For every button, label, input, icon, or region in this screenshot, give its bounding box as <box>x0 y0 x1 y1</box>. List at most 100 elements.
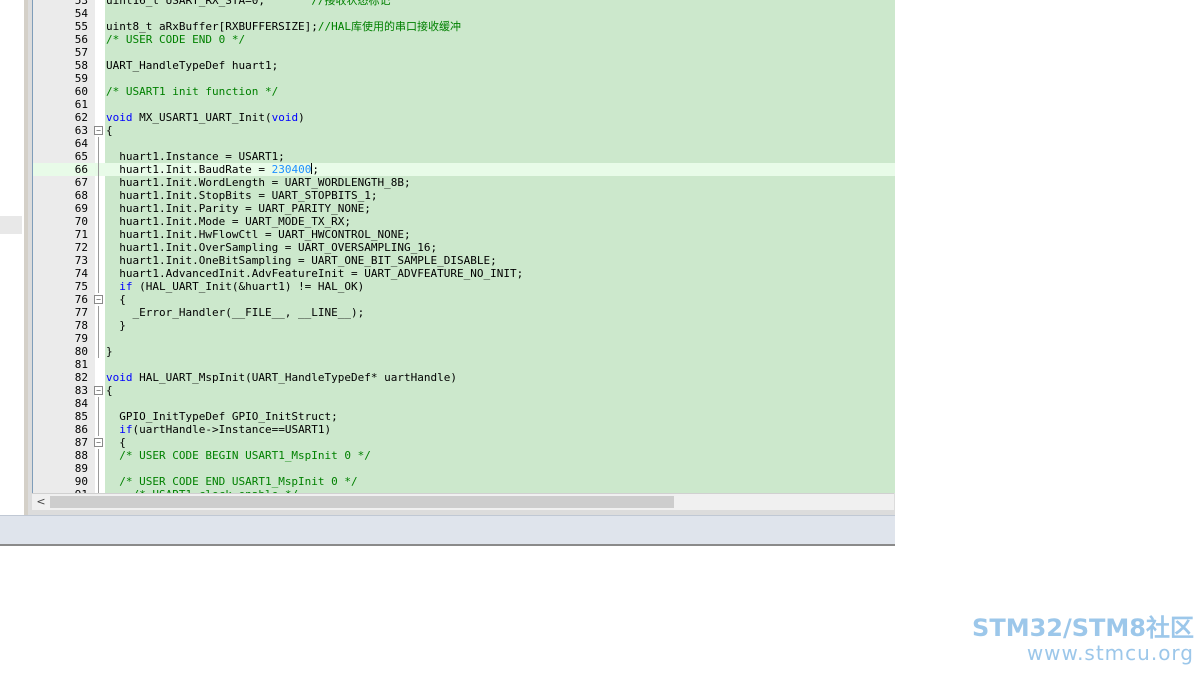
code-line[interactable]: 85 GPIO_InitTypeDef GPIO_InitStruct; <box>33 410 895 423</box>
code-token: (uartHandle->Instance==USART1) <box>132 423 332 436</box>
line-number: 72 <box>74 241 88 254</box>
fold-guide <box>98 306 99 319</box>
fold-guide <box>98 319 99 332</box>
fold-toggle-icon[interactable]: − <box>94 438 103 447</box>
code-line[interactable]: 60 /* USART1 init function */ <box>33 85 895 98</box>
code-token: HAL_UART_MspInit(UART_HandleTypeDef* uar… <box>132 371 458 384</box>
code-text: uint16_t USART_RX_STA=0; //接收状态标记 <box>106 0 391 7</box>
fold-toggle-icon[interactable]: − <box>94 126 103 135</box>
code-line[interactable]: 89 <box>33 462 895 475</box>
code-text: huart1.Init.StopBits = UART_STOPBITS_1; <box>106 189 378 202</box>
code-token: huart1.Init.OneBitSampling = UART_ONE_BI… <box>106 254 497 267</box>
code-line[interactable]: 70 huart1.Init.Mode = UART_MODE_TX_RX; <box>33 215 895 228</box>
code-line[interactable]: 87− { <box>33 436 895 449</box>
editor-viewport[interactable]: 53 uint16_t USART_RX_STA=0; //接收状态标记 54 55 u… <box>32 0 895 493</box>
code-token: huart1.Init.BaudRate = <box>106 163 272 176</box>
code-comment: /* USER CODE BEGIN USART1_MspInit 0 */ <box>119 449 371 462</box>
project-pane-selected-row[interactable] <box>0 216 22 234</box>
fold-guide <box>98 241 99 254</box>
watermark-url: www.stmcu.org <box>1026 641 1194 665</box>
code-line[interactable]: 84 <box>33 397 895 410</box>
code-token: uint8_t aRxBuffer[RXBUFFERSIZE]; <box>106 20 318 33</box>
code-token: MX_USART1_UART_Init( <box>132 111 272 124</box>
code-line[interactable]: 73 huart1.Init.OneBitSampling = UART_ONE… <box>33 254 895 267</box>
fold-guide <box>98 254 99 267</box>
line-number: 59 <box>74 72 88 85</box>
line-number: 57 <box>74 46 88 59</box>
code-line[interactable]: 90 /* USER CODE END USART1_MspInit 0 */ <box>33 475 895 488</box>
code-line[interactable]: 61 <box>33 98 895 111</box>
code-line[interactable]: 72 huart1.Init.OverSampling = UART_OVERS… <box>33 241 895 254</box>
code-text: /* USER CODE BEGIN USART1_MspInit 0 */ <box>106 449 371 462</box>
fold-guide <box>98 345 99 358</box>
scroll-left-icon[interactable]: < <box>34 494 48 510</box>
fold-guide <box>98 332 99 345</box>
code-line[interactable]: 88 /* USER CODE BEGIN USART1_MspInit 0 *… <box>33 449 895 462</box>
output-panel-bar <box>0 515 895 546</box>
code-line[interactable]: 78 } <box>33 319 895 332</box>
line-number: 74 <box>74 267 88 280</box>
code-token: huart1.AdvancedInit.AdvFeatureInit = UAR… <box>106 267 524 280</box>
horizontal-scrollbar[interactable]: < <box>32 493 894 510</box>
code-comment: //HAL库使用的串口接收缓冲 <box>317 20 462 33</box>
code-token: uint16_t USART_RX_STA=0; <box>106 0 312 7</box>
code-line[interactable]: 62 void MX_USART1_UART_Init(void) <box>33 111 895 124</box>
fold-guide <box>98 267 99 280</box>
line-number: 85 <box>74 410 88 423</box>
code-token: huart1.Init.StopBits = UART_STOPBITS_1; <box>106 189 378 202</box>
fold-guide <box>98 462 99 475</box>
code-line[interactable]: 74 huart1.AdvancedInit.AdvFeatureInit = … <box>33 267 895 280</box>
code-line[interactable]: 82 void HAL_UART_MspInit(UART_HandleTypeD… <box>33 371 895 384</box>
code-line[interactable]: 65 huart1.Instance = USART1; <box>33 150 895 163</box>
code-line[interactable]: 79 <box>33 332 895 345</box>
code-line[interactable]: 63−{ <box>33 124 895 137</box>
code-text: huart1.Init.BaudRate = 230400; <box>106 163 319 176</box>
line-number: 53 <box>74 0 88 7</box>
fold-guide <box>98 215 99 228</box>
fold-toggle-icon[interactable]: − <box>94 386 103 395</box>
code-line[interactable]: 77 _Error_Handler(__FILE__, __LINE__); <box>33 306 895 319</box>
line-number: 83 <box>74 384 88 397</box>
code-line[interactable]: 66 huart1.Init.BaudRate = 230400; <box>33 163 895 176</box>
code-line[interactable]: 81 <box>33 358 895 371</box>
fold-guide <box>98 228 99 241</box>
code-line[interactable]: 76− { <box>33 293 895 306</box>
code-token: GPIO_InitTypeDef GPIO_InitStruct; <box>106 410 338 423</box>
code-line[interactable]: 86 if(uartHandle->Instance==USART1) <box>33 423 895 436</box>
code-line[interactable]: 53 uint16_t USART_RX_STA=0; //接收状态标记 <box>33 0 895 7</box>
code-token: huart1.Init.OverSampling = UART_OVERSAMP… <box>106 241 438 254</box>
line-number: 76 <box>74 293 88 306</box>
line-number: 70 <box>74 215 88 228</box>
code-text: huart1.Init.HwFlowCtl = UART_HWCONTROL_N… <box>106 228 410 241</box>
line-number: 73 <box>74 254 88 267</box>
code-line[interactable]: 59 <box>33 72 895 85</box>
fold-guide <box>98 475 99 488</box>
code-line[interactable]: 75 if (HAL_UART_Init(&huart1) != HAL_OK) <box>33 280 895 293</box>
code-line[interactable]: 71 huart1.Init.HwFlowCtl = UART_HWCONTRO… <box>33 228 895 241</box>
line-number: 61 <box>74 98 88 111</box>
line-number: 67 <box>74 176 88 189</box>
code-text: } <box>106 319 126 332</box>
line-number: 58 <box>74 59 88 72</box>
line-number: 86 <box>74 423 88 436</box>
code-line[interactable]: 57 <box>33 46 895 59</box>
code-keyword: void <box>106 111 133 124</box>
code-line[interactable]: 54 <box>33 7 895 20</box>
code-text: { <box>106 436 126 449</box>
scrollbar-thumb[interactable] <box>50 496 674 508</box>
code-line[interactable]: 83−{ <box>33 384 895 397</box>
code-line[interactable]: 55 uint8_t aRxBuffer[RXBUFFERSIZE];//HAL库… <box>33 20 895 33</box>
code-line[interactable]: 69 huart1.Init.Parity = UART_PARITY_NONE… <box>33 202 895 215</box>
code-line[interactable]: 67 huart1.Init.WordLength = UART_WORDLEN… <box>33 176 895 189</box>
code-line[interactable]: 56 /* USER CODE END 0 */ <box>33 33 895 46</box>
code-line[interactable]: 58 UART_HandleTypeDef huart1; <box>33 59 895 72</box>
code-token: ; <box>312 163 319 176</box>
code-line[interactable]: 64 <box>33 137 895 150</box>
code-line[interactable]: 68 huart1.Init.StopBits = UART_STOPBITS_… <box>33 189 895 202</box>
code-token: huart1.Instance = USART1; <box>106 150 285 163</box>
line-number: 77 <box>74 306 88 319</box>
code-line[interactable]: 80} <box>33 345 895 358</box>
fold-toggle-icon[interactable]: − <box>94 295 103 304</box>
